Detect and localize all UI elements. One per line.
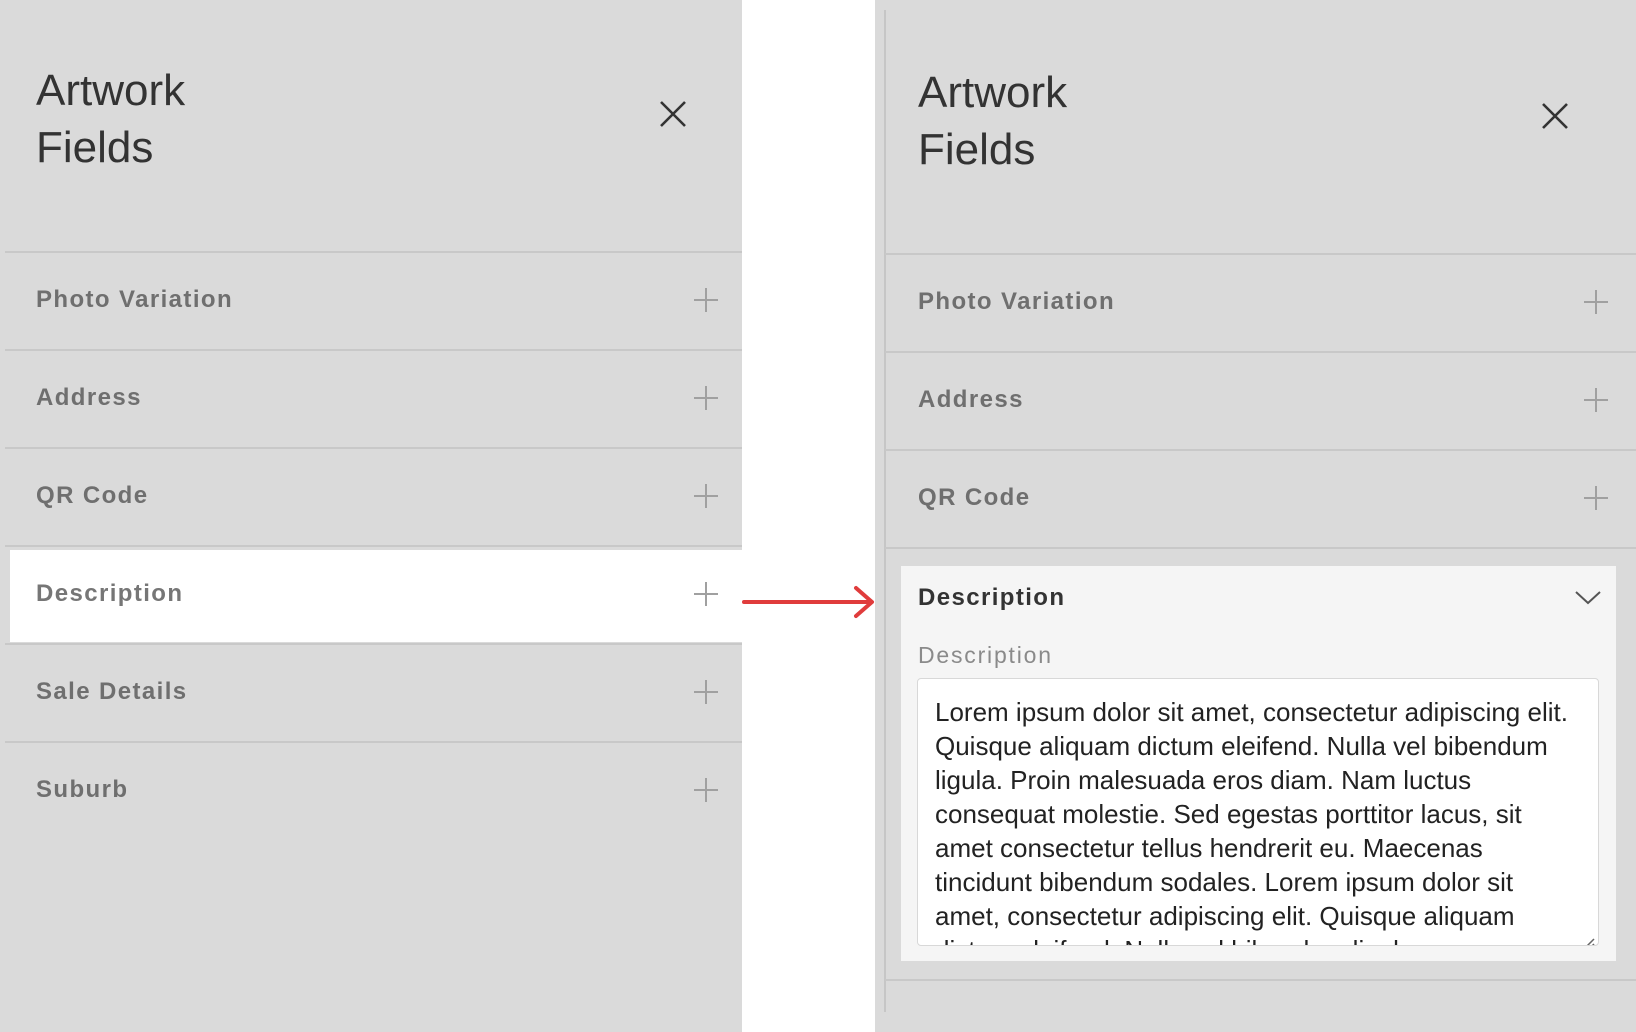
- plus-icon[interactable]: [692, 384, 720, 412]
- field-row-label: Address: [36, 384, 142, 411]
- field-row-description[interactable]: Description: [5, 545, 742, 644]
- field-row-label: Photo Variation: [36, 286, 234, 313]
- plus-icon[interactable]: [692, 776, 720, 804]
- description-textarea-value: Lorem ipsum dolor sit amet, consectetur …: [935, 697, 1568, 945]
- field-row-address[interactable]: Address: [885, 351, 1636, 450]
- plus-icon[interactable]: [692, 678, 720, 706]
- field-row-label: Description: [36, 580, 184, 607]
- field-row-suburb[interactable]: Suburb: [5, 741, 742, 840]
- right-panel: Artwork Fields Photo Variation Address Q…: [875, 0, 1636, 1032]
- plus-icon[interactable]: [692, 482, 720, 510]
- expanded-section-title[interactable]: Description: [918, 584, 1065, 612]
- panel-title: Artwork Fields: [918, 64, 1067, 178]
- close-icon[interactable]: [1535, 96, 1575, 136]
- chevron-down-icon[interactable]: [1573, 584, 1603, 610]
- plus-icon[interactable]: [1582, 484, 1610, 512]
- plus-icon[interactable]: [1582, 288, 1610, 316]
- field-row-qr-code[interactable]: QR Code: [5, 447, 742, 546]
- panel-title: Artwork Fields: [36, 62, 185, 176]
- panel-title-line1: Artwork: [36, 66, 186, 115]
- description-field-label: Description: [918, 642, 1053, 668]
- panel-title-line1: Artwork: [918, 68, 1068, 117]
- plus-icon[interactable]: [692, 286, 720, 314]
- field-row-sale-details[interactable]: Sale Details: [5, 643, 742, 742]
- description-textarea[interactable]: Lorem ipsum dolor sit amet, consectetur …: [917, 678, 1599, 946]
- description-expanded-card: Description Description Lorem ipsum dolo…: [901, 566, 1616, 961]
- field-row-label: Address: [918, 386, 1024, 413]
- field-row-label: Sale Details: [36, 678, 188, 705]
- section-divider: [885, 979, 1636, 981]
- field-row-label: QR Code: [918, 484, 1031, 511]
- field-row-qr-code[interactable]: QR Code: [885, 449, 1636, 548]
- field-row-address[interactable]: Address: [5, 349, 742, 448]
- close-icon[interactable]: [653, 94, 693, 134]
- panel-title-line2: Fields: [36, 123, 154, 172]
- resize-handle-icon[interactable]: [1578, 925, 1596, 945]
- plus-icon[interactable]: [692, 580, 720, 608]
- panel-title-line2: Fields: [918, 125, 1036, 174]
- plus-icon[interactable]: [1582, 386, 1610, 414]
- field-row-label: QR Code: [36, 482, 149, 509]
- field-row-label: Suburb: [36, 776, 129, 803]
- field-row-photo-variation[interactable]: Photo Variation: [5, 251, 742, 350]
- field-row-photo-variation[interactable]: Photo Variation: [885, 253, 1636, 352]
- arrow-right-icon: [742, 582, 878, 622]
- left-panel: Artwork Fields Photo Variation Address Q…: [0, 0, 742, 1032]
- field-row-label: Photo Variation: [918, 288, 1116, 315]
